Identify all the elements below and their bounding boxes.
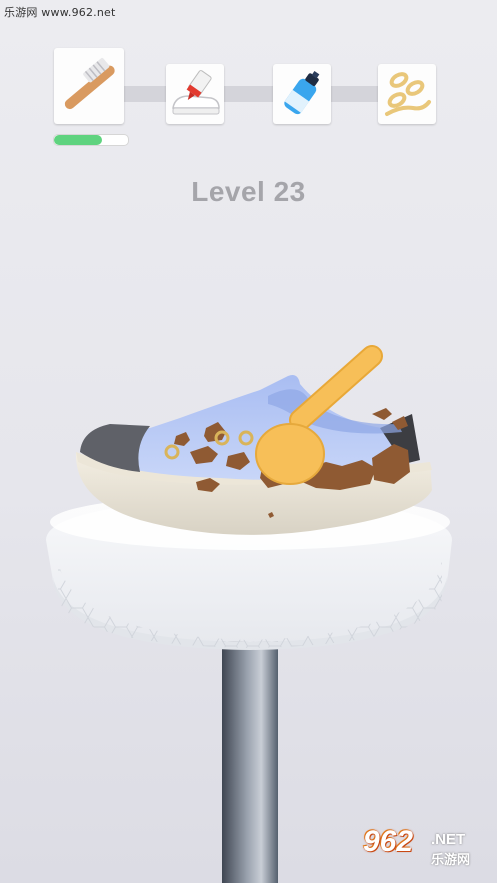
watermark-logo-number: 962 bbox=[363, 825, 414, 858]
stand-pole bbox=[222, 620, 278, 883]
watermark-logo-chinese: 乐游网 bbox=[431, 852, 471, 867]
watermark-logo-suffix: .NET bbox=[431, 831, 466, 848]
sneaker bbox=[75, 375, 433, 535]
watermark-logo: 962 .NET 乐游网 bbox=[359, 825, 487, 873]
game-scene bbox=[46, 345, 452, 883]
